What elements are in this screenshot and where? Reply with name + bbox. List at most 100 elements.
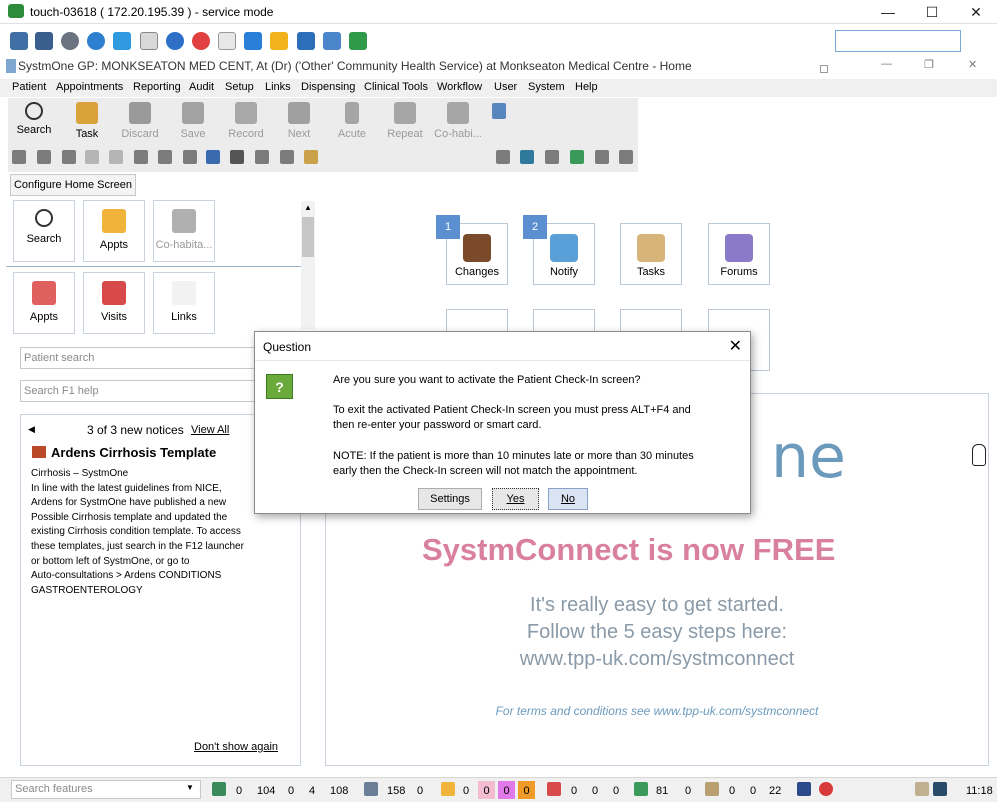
printer-icon[interactable] (134, 150, 148, 164)
left-tile-links[interactable]: Links (153, 272, 215, 334)
search-features-dropdown-icon[interactable]: ▼ (186, 783, 194, 792)
toolbar-task-button[interactable]: Task (63, 100, 111, 140)
left-tile-visits[interactable]: Visits (83, 272, 145, 334)
barcode-icon[interactable] (206, 150, 220, 164)
toolbar-discard-button[interactable]: Discard (116, 100, 164, 140)
changes-badge: 1 (436, 215, 460, 239)
left-tile-appts-2[interactable]: Appts (13, 272, 75, 334)
remote-monitor-icon[interactable] (244, 32, 262, 50)
record-icon (235, 102, 257, 124)
app-restore-button[interactable]: ❐ (924, 58, 934, 71)
left-tile-label: Appts (99, 239, 129, 251)
left-scrollbar[interactable]: ▲ (301, 201, 315, 329)
app-minimize-button[interactable]: — (881, 58, 892, 70)
status-count-orange: 0 (518, 781, 535, 799)
menu-user[interactable]: User (494, 81, 517, 93)
menu-setup[interactable]: Setup (225, 81, 254, 93)
remote-maximize-button[interactable]: ☐ (921, 2, 943, 22)
help-search-input[interactable]: Search F1 help (20, 380, 256, 402)
toolbar-acute-label: Acute (337, 128, 367, 140)
toolbar-cohabit-button[interactable]: Co-habi... (434, 100, 482, 140)
menu-clinical-tools[interactable]: Clinical Tools (364, 81, 428, 93)
syringe-icon[interactable] (230, 150, 244, 164)
remote-search-input[interactable] (835, 30, 961, 52)
messages-icon[interactable] (797, 782, 811, 796)
dialog-settings-button[interactable]: Settings (418, 488, 482, 510)
bars-icon[interactable] (520, 150, 534, 164)
remote-minimize-button[interactable]: — (877, 2, 899, 22)
remote-connect-icon[interactable] (10, 32, 28, 50)
remote-folder-icon[interactable] (270, 32, 288, 50)
menu-reporting[interactable]: Reporting (133, 81, 181, 93)
hat-icon[interactable] (496, 150, 510, 164)
home-tile-label: Notify (549, 266, 579, 278)
toolbar-save-button[interactable]: Save (169, 100, 217, 140)
left-tile-cohabitation[interactable]: Co-habita... (153, 200, 215, 262)
menu-dispensing[interactable]: Dispensing (301, 81, 355, 93)
view-all-link[interactable]: View All (191, 424, 229, 436)
home-tile-forums[interactable]: Forums (708, 223, 770, 285)
remote-camera-icon[interactable] (297, 32, 315, 50)
dialog-yes-button[interactable]: Yes (492, 488, 539, 510)
remote-fullscreen-icon[interactable] (35, 32, 53, 50)
menu-patient[interactable]: Patient (12, 81, 46, 93)
cup-icon[interactable] (304, 150, 318, 164)
app-close-button[interactable]: ✕ (968, 58, 977, 71)
patient-search-input[interactable]: Patient search (20, 347, 256, 369)
bp-alt-icon[interactable] (109, 150, 123, 164)
bp-icon[interactable] (85, 150, 99, 164)
notice-line: Ardens for SystmOne have published a new (31, 497, 227, 509)
scale-icon[interactable] (255, 150, 269, 164)
document-list-icon[interactable] (492, 103, 506, 119)
folder-gray-alt-icon[interactable] (619, 150, 633, 164)
menu-appointments[interactable]: Appointments (56, 81, 123, 93)
remote-settings-icon[interactable] (61, 32, 79, 50)
remote-stop-icon[interactable] (192, 32, 210, 50)
disk-icon[interactable] (545, 150, 559, 164)
toolbar-acute-button[interactable]: Acute (328, 100, 376, 140)
left-tile-appts[interactable]: Appts (83, 200, 145, 262)
remote-network-icon[interactable] (323, 32, 341, 50)
notice-prev-button[interactable]: ◀ (28, 424, 35, 435)
toolbar-next-button[interactable]: Next (275, 100, 323, 140)
remote-refresh-icon[interactable] (87, 32, 105, 50)
menu-audit[interactable]: Audit (189, 81, 214, 93)
sheet-icon[interactable] (570, 150, 584, 164)
left-tile-search[interactable]: Search (13, 200, 75, 262)
status-count: 108 (330, 785, 349, 797)
phone-icon[interactable] (819, 782, 833, 796)
remote-close-button[interactable]: ✕ (965, 2, 987, 22)
toolbar-record-button[interactable]: Record (222, 100, 270, 140)
computer-status-icon[interactable] (933, 782, 947, 796)
remote-chat-icon[interactable] (349, 32, 367, 50)
stack-icon[interactable] (280, 150, 294, 164)
remote-document-icon[interactable] (140, 32, 158, 50)
folder-gray-icon[interactable] (595, 150, 609, 164)
remote-clipboard-icon[interactable] (218, 32, 236, 50)
clipboard-status-icon[interactable] (915, 782, 929, 796)
remote-info-icon[interactable] (166, 32, 184, 50)
menu-workflow[interactable]: Workflow (437, 81, 482, 93)
toolbar-repeat-button[interactable]: Repeat (381, 100, 429, 140)
pen-icon[interactable] (12, 150, 26, 164)
toolbar-search-button[interactable]: Search (10, 100, 58, 136)
check-icon[interactable] (62, 150, 76, 164)
dialog-no-button[interactable]: No (548, 488, 588, 510)
menu-links[interactable]: Links (265, 81, 291, 93)
visits-bag-icon (547, 782, 561, 796)
configure-home-screen-button[interactable]: Configure Home Screen (10, 174, 136, 196)
scroll-up-arrow-icon[interactable]: ▲ (304, 203, 312, 212)
notify-badge: 2 (523, 215, 547, 239)
shield-icon[interactable] (37, 150, 51, 164)
home-tile-tasks[interactable]: Tasks (620, 223, 682, 285)
book-icon[interactable] (158, 150, 172, 164)
menu-system[interactable]: System (528, 81, 565, 93)
remote-windows-icon[interactable] (113, 32, 131, 50)
search-features-input[interactable]: Search features (11, 780, 201, 799)
dialog-close-button[interactable]: ✕ (729, 336, 742, 356)
menu-help[interactable]: Help (575, 81, 598, 93)
scroll-thumb[interactable] (302, 217, 314, 257)
notice-line: GASTROENTEROLOGY (31, 584, 143, 596)
chart-icon[interactable] (183, 150, 197, 164)
dont-show-again-link[interactable]: Don't show again (194, 741, 278, 753)
